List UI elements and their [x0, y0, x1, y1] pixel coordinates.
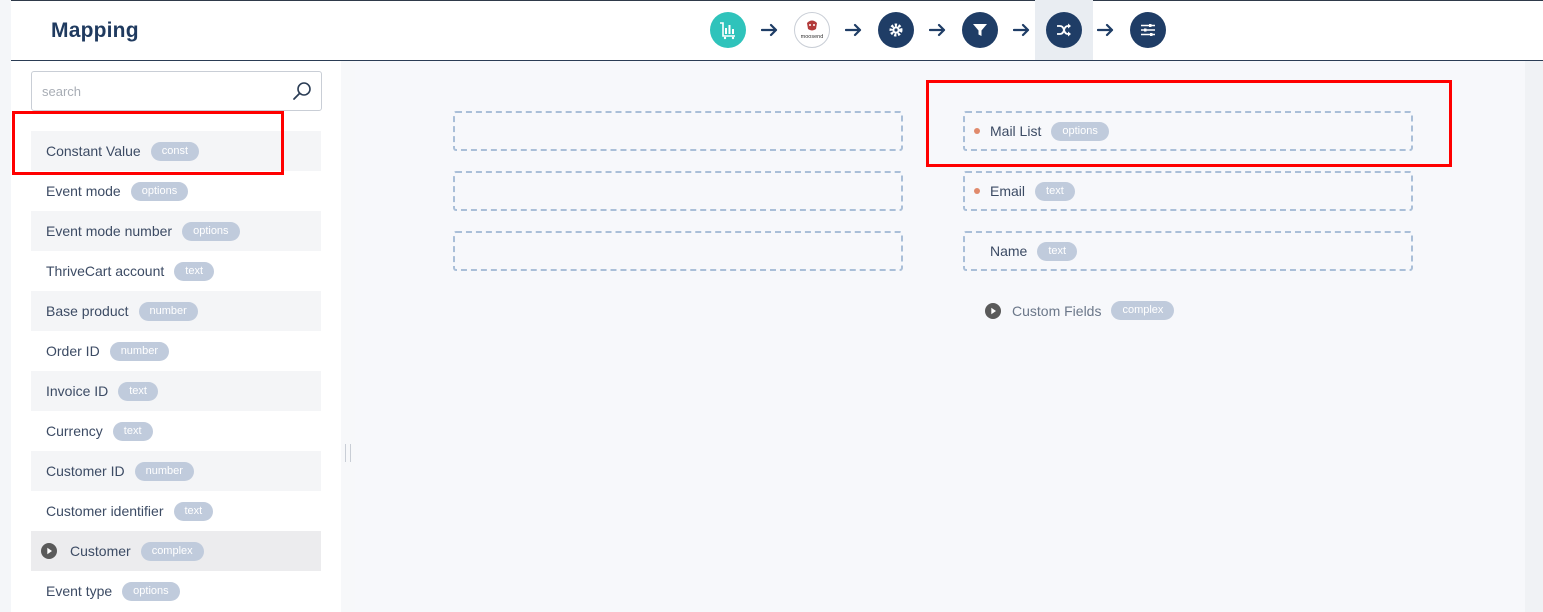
page-title: Mapping: [51, 19, 139, 42]
source-field-customer-identifier[interactable]: Customer identifier text: [31, 491, 321, 531]
type-badge: number: [134, 461, 194, 481]
arrow-right-icon: [841, 0, 867, 60]
type-badge: complex: [1111, 301, 1175, 320]
type-badge: text: [1035, 181, 1075, 201]
field-label: Event type: [46, 583, 113, 599]
type-badge: number: [138, 301, 198, 321]
source-field-event-type[interactable]: Event type options: [31, 571, 321, 611]
required-dot: [974, 188, 980, 194]
custom-fields-group[interactable]: Custom Fields complex: [985, 301, 1175, 320]
type-badge: options: [182, 221, 240, 241]
field-label: Email: [990, 183, 1026, 199]
expand-play-icon[interactable]: [41, 543, 57, 559]
field-label: Base product: [46, 303, 129, 319]
step-mapping[interactable]: [1035, 0, 1093, 60]
sliders-icon: [1130, 12, 1166, 48]
field-label: Name: [990, 243, 1028, 259]
arrow-right-icon: [1093, 0, 1119, 60]
custom-fields-label: Custom Fields: [1012, 302, 1102, 319]
drop-slot-3[interactable]: [453, 231, 903, 271]
step-trigger[interactable]: [699, 0, 757, 60]
type-badge: text: [112, 421, 153, 441]
field-label: Customer: [70, 543, 131, 559]
step-review[interactable]: [1119, 0, 1177, 60]
type-badge: complex: [140, 541, 204, 561]
type-badge: number: [109, 341, 169, 361]
field-label: Constant Value: [46, 143, 141, 159]
type-badge: text: [118, 381, 158, 401]
shuffle-icon: [1046, 12, 1082, 48]
source-field-event-mode[interactable]: Event mode options: [31, 171, 321, 211]
source-field-currency[interactable]: Currency text: [31, 411, 321, 451]
search-input[interactable]: [32, 72, 282, 110]
source-field-customer-id[interactable]: Customer ID number: [31, 451, 321, 491]
drop-slot-1[interactable]: [453, 111, 903, 151]
outer-left-strip: [0, 0, 11, 612]
chart-cart-icon: [710, 12, 746, 48]
expand-play-icon[interactable]: [985, 302, 1001, 319]
source-field-event-mode-number[interactable]: Event mode number options: [31, 211, 321, 251]
field-label: Event mode number: [46, 223, 173, 239]
arrow-right-icon: [1009, 0, 1035, 60]
mapping-canvas: Mail List options Email text Name text C…: [355, 61, 1525, 612]
field-label: Mail List: [990, 123, 1042, 139]
right-gutter: [1525, 61, 1543, 612]
step-settings[interactable]: [867, 0, 925, 60]
source-field-thrivecart-account[interactable]: ThriveCart account text: [31, 251, 321, 291]
moosend-logo-text: moosend: [801, 34, 824, 40]
gear-icon: [878, 12, 914, 48]
field-label: Invoice ID: [46, 383, 109, 399]
field-label: Currency: [46, 423, 103, 439]
field-label: Event mode: [46, 183, 121, 199]
drop-slot-2[interactable]: [453, 171, 903, 211]
type-badge: text: [174, 261, 215, 281]
field-label: Order ID: [46, 343, 100, 359]
target-field-mail-list[interactable]: Mail List options: [963, 111, 1413, 151]
type-badge: options: [1051, 121, 1109, 141]
field-label: Customer identifier: [46, 503, 164, 519]
type-badge: options: [130, 181, 189, 201]
source-field-base-product[interactable]: Base product number: [31, 291, 321, 331]
source-field-order-id[interactable]: Order ID number: [31, 331, 321, 371]
target-field-email[interactable]: Email text: [963, 171, 1413, 211]
source-field-customer[interactable]: Customer complex: [31, 531, 321, 571]
filter-icon: [962, 12, 998, 48]
source-field-list: Constant Value const Event mode options …: [31, 131, 321, 611]
search-box: [31, 71, 322, 111]
moosend-logo-icon: moosend: [794, 12, 830, 48]
search-icon[interactable]: [292, 81, 312, 101]
panel-splitter[interactable]: [341, 61, 355, 612]
type-badge: text: [173, 501, 214, 521]
resize-grip-icon[interactable]: [345, 444, 351, 462]
step-filter[interactable]: [951, 0, 1009, 60]
step-navigation: moosend: [699, 0, 1177, 60]
field-label: ThriveCart account: [46, 263, 165, 279]
step-action-app[interactable]: moosend: [783, 0, 841, 60]
source-fields-panel: Constant Value const Event mode options …: [11, 61, 341, 612]
type-badge: options: [122, 581, 180, 601]
type-badge: text: [1037, 241, 1078, 261]
type-badge: const: [150, 141, 199, 161]
source-field-invoice-id[interactable]: Invoice ID text: [31, 371, 321, 411]
field-label: Customer ID: [46, 463, 125, 479]
required-dot: [974, 128, 980, 134]
target-field-name[interactable]: Name text: [963, 231, 1413, 271]
source-field-constant-value[interactable]: Constant Value const: [31, 131, 321, 171]
arrow-right-icon: [925, 0, 951, 60]
arrow-right-icon: [757, 0, 783, 60]
